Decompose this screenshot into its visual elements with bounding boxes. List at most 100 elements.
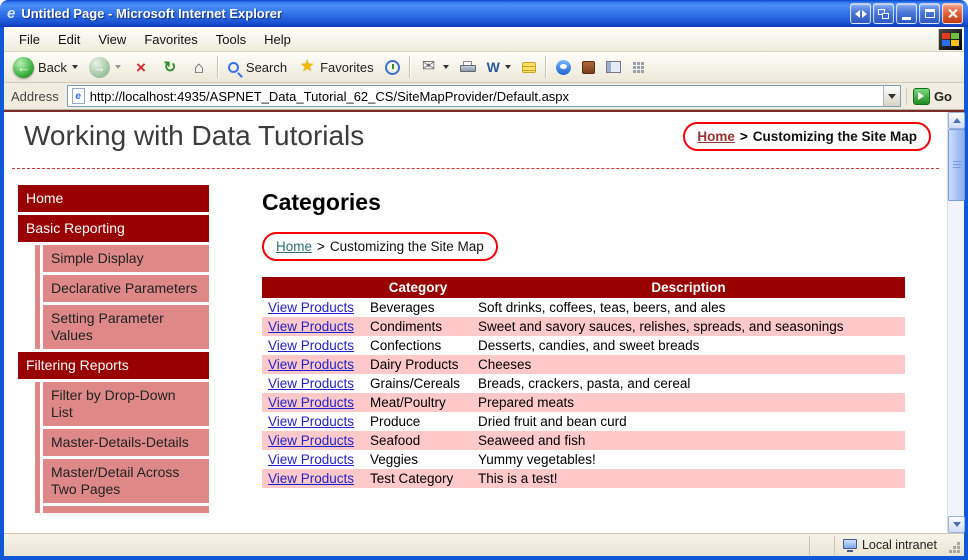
home-button[interactable]: ⌂ bbox=[185, 54, 213, 81]
address-label: Address bbox=[11, 88, 59, 104]
description-cell: Breads, crackers, pasta, and cereal bbox=[478, 376, 691, 391]
forward-button[interactable]: → bbox=[84, 54, 126, 81]
web-page: Working with Data Tutorials Home > Custo… bbox=[4, 112, 947, 533]
discuss-button[interactable] bbox=[517, 54, 541, 81]
chevron-down-icon bbox=[887, 93, 896, 99]
site-title: Working with Data Tutorials bbox=[24, 120, 365, 151]
go-arrow-icon bbox=[912, 87, 930, 105]
page-header: Working with Data Tutorials Home > Custo… bbox=[4, 112, 947, 168]
mail-dropdown-icon bbox=[442, 65, 449, 69]
edit-button[interactable]: W bbox=[482, 54, 516, 81]
go-button[interactable]: Go bbox=[905, 87, 960, 105]
view-products-link[interactable]: View Products bbox=[268, 376, 354, 391]
view-products-link[interactable]: View Products bbox=[268, 471, 354, 486]
minimize-icon bbox=[902, 16, 911, 20]
close-button[interactable] bbox=[942, 3, 963, 24]
description-cell: Dried fruit and bean curd bbox=[478, 414, 627, 429]
history-button[interactable] bbox=[380, 54, 405, 81]
menu-tools[interactable]: Tools bbox=[207, 28, 255, 51]
scroll-down-button[interactable] bbox=[948, 516, 965, 533]
search-button[interactable]: Search bbox=[223, 54, 292, 81]
search-label: Search bbox=[245, 59, 288, 75]
scroll-up-button[interactable] bbox=[948, 112, 965, 129]
back-icon: ← bbox=[13, 56, 34, 78]
stop-icon: × bbox=[135, 57, 146, 77]
view-products-link[interactable]: View Products bbox=[268, 452, 354, 467]
menu-favorites[interactable]: Favorites bbox=[135, 28, 206, 51]
mail-button[interactable]: ✉ bbox=[415, 54, 454, 81]
sidebar-item-declarative-parameters[interactable]: Declarative Parameters bbox=[43, 275, 209, 302]
category-cell: Veggies bbox=[370, 452, 419, 467]
main-content: Categories Home > Customizing the Site M… bbox=[262, 189, 947, 488]
edit-word-icon: W bbox=[486, 59, 500, 75]
address-input[interactable]: e http://localhost:4935/ASPNET_Data_Tuto… bbox=[66, 85, 901, 107]
view-products-link[interactable]: View Products bbox=[268, 338, 354, 353]
table-row: View Products Test Category This is a te… bbox=[262, 469, 905, 488]
sidebar-item-partial[interactable] bbox=[43, 506, 209, 513]
title-windows-button[interactable] bbox=[873, 3, 894, 24]
view-products-link[interactable]: View Products bbox=[268, 319, 354, 334]
table-row: View Products Meat/Poultry Prepared meat… bbox=[262, 393, 905, 412]
refresh-button[interactable]: ↻ bbox=[156, 54, 184, 81]
favorites-label: Favorites bbox=[320, 59, 374, 75]
window-title: Untitled Page - Microsoft Internet Explo… bbox=[21, 6, 283, 21]
local-intranet-icon bbox=[842, 538, 857, 552]
table-row: View Products Seafood Seaweed and fish bbox=[262, 431, 905, 450]
title-arrows-button[interactable] bbox=[850, 3, 871, 24]
windows-logo-icon bbox=[938, 28, 962, 50]
print-button[interactable] bbox=[455, 54, 481, 81]
favorites-button[interactable]: ★ Favorites bbox=[293, 54, 378, 81]
categories-table: Category Description View Products Bever… bbox=[262, 277, 905, 488]
sidebar-item-filtering-reports[interactable]: Filtering Reports bbox=[18, 352, 209, 379]
view-products-link[interactable]: View Products bbox=[268, 300, 354, 315]
content-breadcrumb-home-link[interactable]: Home bbox=[276, 239, 312, 254]
address-dropdown-button[interactable] bbox=[882, 86, 900, 106]
favorites-star-icon: ★ bbox=[299, 58, 315, 75]
sidebar-item-filter-by-drop-down-list[interactable]: Filter by Drop-Down List bbox=[43, 382, 209, 426]
minimize-button[interactable] bbox=[896, 3, 917, 24]
sidebar-item-master-detail-across-two-pages[interactable]: Master/Detail Across Two Pages bbox=[43, 459, 209, 503]
menu-file[interactable]: File bbox=[10, 28, 49, 51]
back-button[interactable]: ← Back bbox=[8, 54, 83, 81]
description-cell: Cheeses bbox=[478, 357, 532, 372]
messenger-button[interactable] bbox=[551, 54, 576, 81]
resize-grip[interactable] bbox=[948, 536, 962, 555]
menu-view[interactable]: View bbox=[89, 28, 135, 51]
page-body: Home Basic Reporting Simple Display Decl… bbox=[4, 169, 947, 513]
view-products-link[interactable]: View Products bbox=[268, 395, 354, 410]
sidebar-item-basic-reporting[interactable]: Basic Reporting bbox=[18, 215, 209, 242]
content-breadcrumb-separator: > bbox=[317, 239, 325, 254]
sidebar-item-master-details-details[interactable]: Master-Details-Details bbox=[43, 429, 209, 456]
sidebar-item-simple-display[interactable]: Simple Display bbox=[43, 245, 209, 272]
page-title: Categories bbox=[262, 189, 381, 215]
back-dropdown-icon bbox=[71, 65, 78, 69]
close-icon bbox=[947, 8, 958, 19]
sidebar-item-setting-parameter-values[interactable]: Setting Parameter Values bbox=[43, 305, 209, 349]
grid-button[interactable] bbox=[627, 54, 650, 81]
research-button[interactable] bbox=[577, 54, 600, 81]
sidebar-item-home[interactable]: Home bbox=[18, 185, 209, 212]
grid-icon bbox=[632, 61, 645, 74]
view-products-link[interactable]: View Products bbox=[268, 433, 354, 448]
search-icon bbox=[227, 61, 239, 73]
menu-help[interactable]: Help bbox=[255, 28, 300, 51]
view-products-link[interactable]: View Products bbox=[268, 357, 354, 372]
layout-button[interactable] bbox=[601, 54, 626, 81]
standard-toolbar: ← Back → × ↻ ⌂ Search ★ Favorites ✉ W bbox=[4, 52, 964, 83]
description-cell: Desserts, candies, and sweet breads bbox=[478, 338, 700, 353]
view-products-link[interactable]: View Products bbox=[268, 414, 354, 429]
home-icon: ⌂ bbox=[193, 57, 205, 77]
vertical-scrollbar[interactable] bbox=[947, 112, 965, 533]
table-row: View Products Dairy Products Cheeses bbox=[262, 355, 905, 374]
layout-icon bbox=[605, 61, 621, 73]
breadcrumb-home-link[interactable]: Home bbox=[697, 129, 735, 144]
maximize-button[interactable] bbox=[919, 3, 940, 24]
scrollbar-thumb[interactable] bbox=[948, 129, 965, 201]
back-label: Back bbox=[38, 59, 67, 75]
content-frame: Working with Data Tutorials Home > Custo… bbox=[4, 110, 965, 533]
history-clock-icon bbox=[384, 59, 400, 75]
forward-dropdown-icon bbox=[114, 65, 121, 69]
stop-button[interactable]: × bbox=[127, 54, 155, 81]
description-cell: Prepared meats bbox=[478, 395, 575, 410]
menu-edit[interactable]: Edit bbox=[49, 28, 89, 51]
